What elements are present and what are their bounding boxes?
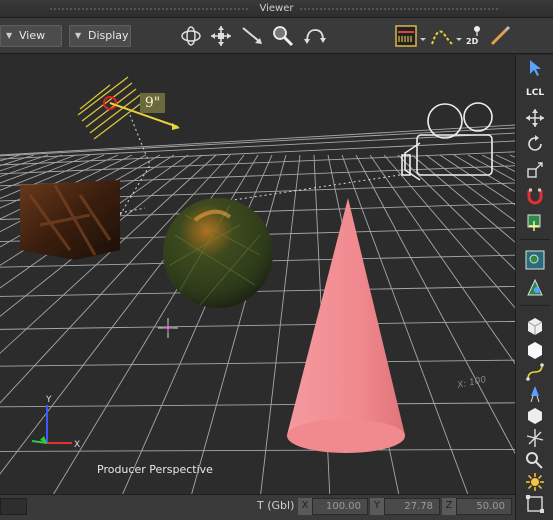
3d-viewport[interactable]: Y X X: 100 9" Producer Perspective (0, 55, 515, 495)
move-pivot-icon[interactable] (523, 211, 547, 233)
display-menu-button[interactable]: ▼ Display (69, 25, 131, 47)
local-space-icon[interactable]: LCL (523, 79, 547, 101)
tool-sidebar: LCL (515, 55, 553, 520)
grid-line (0, 359, 515, 367)
skeleton-icon[interactable] (523, 427, 547, 449)
chevron-down-icon: ▼ (75, 31, 82, 40)
grid-line (0, 124, 515, 156)
scale-icon[interactable] (523, 159, 547, 181)
cube-flat-icon[interactable] (523, 339, 547, 361)
status-input[interactable] (0, 498, 27, 515)
window-titlebar: Viewer (0, 0, 553, 18)
move-icon[interactable] (240, 24, 266, 48)
chevron-down-icon[interactable] (454, 24, 464, 48)
grid-line (0, 320, 515, 330)
textured-sphere[interactable] (163, 198, 273, 308)
grid-line (397, 154, 515, 271)
y-coord-field[interactable]: 27.78 (384, 498, 440, 515)
light-icon[interactable] (523, 383, 547, 405)
grid-line (467, 154, 515, 182)
sun-icon[interactable] (523, 471, 547, 493)
zoom-object-icon[interactable] (523, 249, 547, 271)
axis-x-label: X (74, 440, 80, 450)
chevron-down-icon[interactable] (418, 24, 428, 48)
x-coord-field[interactable]: 100.00 (312, 498, 368, 515)
curve-icon[interactable] (523, 361, 547, 383)
camera-name-label: Producer Perspective (97, 463, 213, 476)
sidebar-separator (520, 239, 550, 240)
select-cursor-icon[interactable] (523, 57, 547, 79)
x-coord-label: X (298, 498, 312, 515)
chevron-down-icon: ▼ (6, 31, 13, 40)
trajectory-icon[interactable] (430, 24, 454, 48)
pan-icon[interactable] (208, 24, 234, 48)
grid-line (0, 154, 21, 162)
z-coord-label: Z (442, 498, 456, 515)
textured-cube[interactable] (20, 180, 146, 260)
undo-view-icon[interactable] (302, 24, 328, 48)
grid-line (0, 140, 515, 166)
grid-line (495, 154, 515, 165)
camera-link-line (119, 114, 401, 216)
axis-y-label: Y (45, 395, 52, 405)
scene-canvas[interactable]: Y X X: 100 (0, 55, 515, 495)
grid-line (453, 154, 515, 193)
zoom-icon[interactable] (270, 24, 296, 48)
grid-line (0, 402, 515, 408)
2d-view-icon[interactable]: 2D (464, 24, 486, 48)
display-menu-label: Display (88, 29, 129, 42)
grid-scale-label: X: 100 (456, 375, 488, 391)
zoom-transform-icon[interactable] (523, 277, 547, 299)
grid-line (0, 127, 515, 157)
titlebar-grip-left (50, 8, 250, 10)
cone-object[interactable] (287, 198, 405, 453)
view-menu-button[interactable]: ▼ View (0, 25, 62, 47)
window-title: Viewer (259, 3, 294, 14)
status-bar: T (Gbl) X 100.00 Y 27.78 Z 50.00 (0, 494, 515, 520)
shape-icon[interactable] (523, 405, 547, 427)
translate-icon[interactable] (523, 107, 547, 129)
key-icon[interactable] (523, 449, 547, 471)
orbit-icon[interactable] (178, 24, 204, 48)
y-coord-label: Y (370, 498, 384, 515)
magnet-icon[interactable] (523, 185, 547, 207)
display-mode-icon[interactable] (394, 24, 418, 48)
sidebar-separator (520, 305, 550, 306)
brush-icon[interactable] (488, 24, 512, 48)
z-coord-field[interactable]: 50.00 (456, 498, 512, 515)
view-menu-label: View (19, 29, 46, 42)
local-space-label: LCL (526, 88, 544, 98)
cube-solid-icon[interactable] (523, 315, 547, 337)
2d-view-text: 2D (466, 37, 479, 46)
transform-mode-label: T (Gbl) (257, 499, 295, 512)
viewer-toolbar: ▼ View ▼ Display 2D (0, 18, 553, 54)
dimension-tag: 9" (140, 93, 165, 113)
rotate-icon[interactable] (523, 133, 547, 155)
grid-line (439, 154, 515, 206)
null-marker[interactable] (158, 318, 178, 338)
titlebar-grip-right (300, 8, 500, 10)
frame-icon[interactable] (523, 493, 547, 515)
